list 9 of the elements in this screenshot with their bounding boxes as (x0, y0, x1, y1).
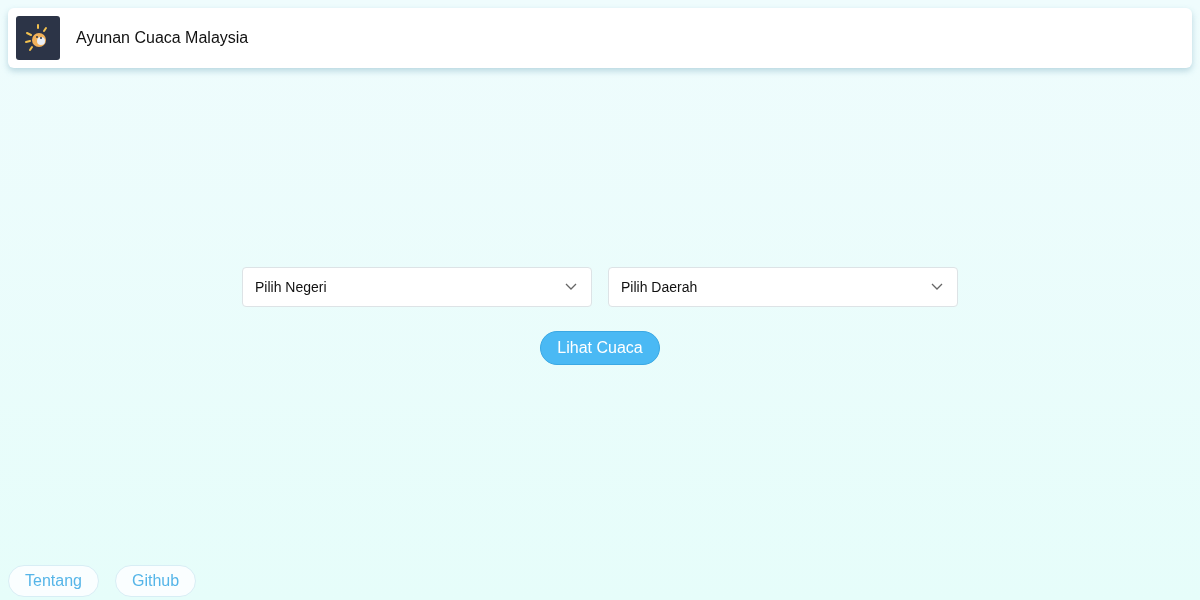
dropdown-select[interactable]: Pilih Negeri (242, 267, 592, 307)
chevron-down-icon (565, 283, 577, 291)
dropdown-select[interactable]: Pilih Daerah (608, 267, 958, 307)
chevron-down-icon (931, 283, 943, 291)
footer-link[interactable]: Tentang (8, 565, 99, 597)
footer-link[interactable]: Github (114, 565, 197, 597)
app-title: Ayunan Cuaca Malaysia (76, 29, 249, 47)
sun-logo-icon (16, 16, 60, 60)
view-weather-button[interactable]: Lihat Cuaca (540, 331, 660, 365)
